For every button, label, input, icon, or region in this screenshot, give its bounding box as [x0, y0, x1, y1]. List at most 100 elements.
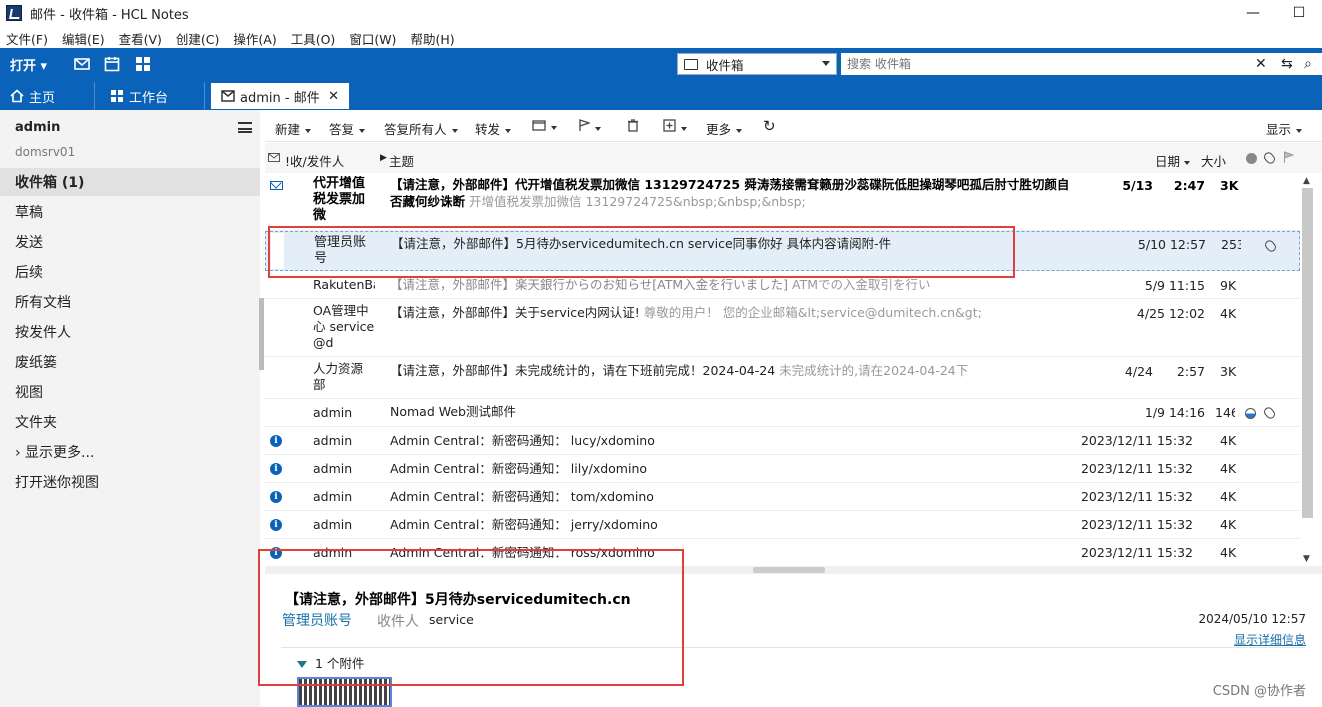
column-subject[interactable]: 主题 [389, 151, 414, 170]
tab-home[interactable]: 主页 [0, 82, 95, 110]
table-row[interactable]: i admin Admin Central：新密码通知： lucy/xdomin… [265, 427, 1300, 455]
message-size: 9K [1220, 278, 1237, 293]
sidebar-item-label: 收件箱 (1) [15, 175, 85, 191]
delete-button[interactable] [627, 119, 639, 135]
menu-actions[interactable]: 操作(A) [233, 29, 276, 48]
chevron-down-icon [595, 126, 601, 131]
table-row[interactable]: admin Nomad Web测试邮件 1/9 14:16 146K [265, 399, 1300, 427]
forward-button[interactable]: 转发 [475, 119, 512, 138]
reply-all-button[interactable]: 答复所有人 [384, 119, 458, 138]
move-to-folder-button[interactable] [532, 119, 557, 134]
column-size[interactable]: 大小 [1201, 151, 1226, 170]
sidebar-splitter-handle[interactable] [259, 298, 264, 370]
search-box: ✕ ⇆ ⌕ [841, 53, 1322, 75]
apps-grid-icon[interactable] [135, 56, 151, 72]
menu-window[interactable]: 窗口(W) [349, 29, 396, 48]
search-options-icon[interactable]: ⇆ [1281, 56, 1293, 72]
reply-button[interactable]: 答复 [329, 119, 366, 138]
message-sender: 代开增值税发票加微 [313, 176, 366, 223]
calendar-icon[interactable] [104, 56, 120, 72]
message-sender: admin [313, 461, 353, 476]
maximize-button[interactable]: ☐ [1276, 0, 1322, 26]
column-sender[interactable]: !收/发件人 [285, 151, 344, 170]
table-row[interactable]: OA管理中心 service@d 【请注意，外部邮件】关于service内网认证… [265, 299, 1300, 357]
sidebar-item-label: 按发件人 [15, 325, 71, 341]
message-size: 4K [1220, 306, 1237, 321]
scrollbar-thumb[interactable] [1302, 188, 1313, 518]
show-details-link[interactable]: 显示详细信息 [1234, 631, 1306, 648]
splitter-grip[interactable] [753, 567, 825, 573]
table-row[interactable]: i admin Admin Central：新密码通知： lily/xdomin… [265, 455, 1300, 483]
chevron-down-icon [505, 128, 512, 133]
sidebar-item-all-documents[interactable]: 所有文档 [0, 288, 260, 316]
message-list-scrollbar[interactable]: ▲ ▼ [1300, 173, 1316, 566]
message-date: 5/9 11:15 [1144, 278, 1205, 293]
tab-workspace[interactable]: 工作台 [100, 82, 205, 110]
scroll-down-icon[interactable]: ▼ [1303, 554, 1310, 564]
sidebar-item-by-sender[interactable]: 按发件人 [0, 318, 260, 346]
table-row[interactable]: i admin Admin Central：新密码通知： jerry/xdomi… [265, 511, 1300, 539]
message-date: 2023/12/11 15:32 [1080, 433, 1193, 448]
message-size: 4K [1220, 545, 1237, 560]
sidebar-item-show-more[interactable]: › 显示更多... [0, 438, 260, 466]
table-row[interactable]: i admin Admin Central：新密码通知： tom/xdomino… [265, 483, 1300, 511]
menu-view[interactable]: 查看(V) [119, 29, 162, 48]
hamburger-menu-icon[interactable] [238, 122, 252, 133]
table-row[interactable]: 人力资源部 【请注意，外部邮件】未完成统计的，请在下班前完成！2024-04-2… [265, 357, 1300, 399]
message-sender: OA管理中心 service@d [313, 303, 375, 350]
sidebar-item-label: 文件夹 [15, 415, 57, 431]
folder-icon [532, 120, 546, 131]
menu-bar: 文件(F) 编辑(E) 查看(V) 创建(C) 操作(A) 工具(O) 窗口(W… [0, 27, 469, 49]
flag-button[interactable] [578, 119, 601, 135]
message-subject: 【请注意，外部邮件】代开增值税发票加微信 13129724725 舜涛荡接需耷籁… [390, 176, 1080, 210]
sidebar-item-inbox[interactable]: 收件箱 (1) [0, 168, 260, 196]
menu-file[interactable]: 文件(F) [6, 29, 48, 48]
open-button[interactable]: 打开 ▾ [10, 55, 47, 74]
clear-search-icon[interactable]: ✕ [1255, 56, 1267, 72]
message-sender: 人力资源部 [313, 361, 364, 392]
message-date: 4/25 12:02 [1136, 306, 1205, 321]
mail-icon[interactable] [74, 56, 90, 72]
folder-select-value: 收件箱 [706, 57, 744, 73]
add-button[interactable] [663, 119, 687, 135]
info-icon: i [270, 435, 282, 447]
message-subject: 【请注意，外部邮件】关于service内网认证! 尊敬的用户！ 您的企业邮箱&l… [390, 304, 1065, 321]
menu-edit[interactable]: 编辑(E) [62, 29, 105, 48]
flag-column-icon [1284, 151, 1294, 163]
sidebar-item-drafts[interactable]: 草稿 [0, 198, 260, 226]
message-size: 146K [1215, 405, 1235, 420]
new-button[interactable]: 新建 [275, 119, 312, 138]
search-input[interactable] [847, 54, 1247, 74]
message-size: 4K [1220, 433, 1237, 448]
chevron-down-icon [1184, 160, 1191, 165]
workspace-icon [111, 90, 123, 102]
sidebar-item-folders[interactable]: 文件夹 [0, 408, 260, 436]
close-tab-icon[interactable]: ✕ [328, 89, 339, 104]
attachment-column-icon [1262, 150, 1277, 166]
column-date[interactable]: 日期 [1155, 151, 1191, 170]
sidebar-item-views[interactable]: 视图 [0, 378, 260, 406]
sidebar-item-followup[interactable]: 后续 [0, 258, 260, 286]
minimize-button[interactable]: — [1230, 0, 1276, 26]
sidebar-item-mini-view[interactable]: 打开迷你视图 [0, 468, 260, 496]
sidebar-item-sent[interactable]: 发送 [0, 228, 260, 256]
tab-admin-mail[interactable]: admin - 邮件 ✕ [210, 82, 350, 110]
refresh-icon[interactable]: ↻ [763, 117, 776, 135]
table-row[interactable]: 代开增值税发票加微 【请注意，外部邮件】代开增值税发票加微信 131297247… [265, 173, 1300, 231]
tab-bar: 主页 工作台 admin - 邮件 ✕ [0, 80, 1322, 110]
folder-select[interactable]: 收件箱 [677, 53, 837, 75]
menu-create[interactable]: 创建(C) [176, 29, 219, 48]
home-icon [10, 89, 24, 103]
more-button[interactable]: 更多 [706, 119, 743, 138]
search-icon[interactable]: ⌕ [1304, 56, 1312, 72]
sidebar-item-trash[interactable]: 废纸篓 [0, 348, 260, 376]
menu-tools[interactable]: 工具(O) [291, 29, 336, 48]
scroll-up-icon[interactable]: ▲ [1303, 176, 1310, 186]
message-size: 4K [1220, 517, 1237, 532]
display-button[interactable]: 显示 [1266, 119, 1303, 138]
more-button-label: 更多 [706, 122, 732, 137]
chevron-down-icon [305, 128, 312, 133]
message-preview: 开增值税发票加微信 13129724725&nbsp;&nbsp;&nbsp; [469, 194, 806, 209]
menu-help[interactable]: 帮助(H) [410, 29, 454, 48]
sidebar-item-label: 打开迷你视图 [15, 475, 99, 491]
